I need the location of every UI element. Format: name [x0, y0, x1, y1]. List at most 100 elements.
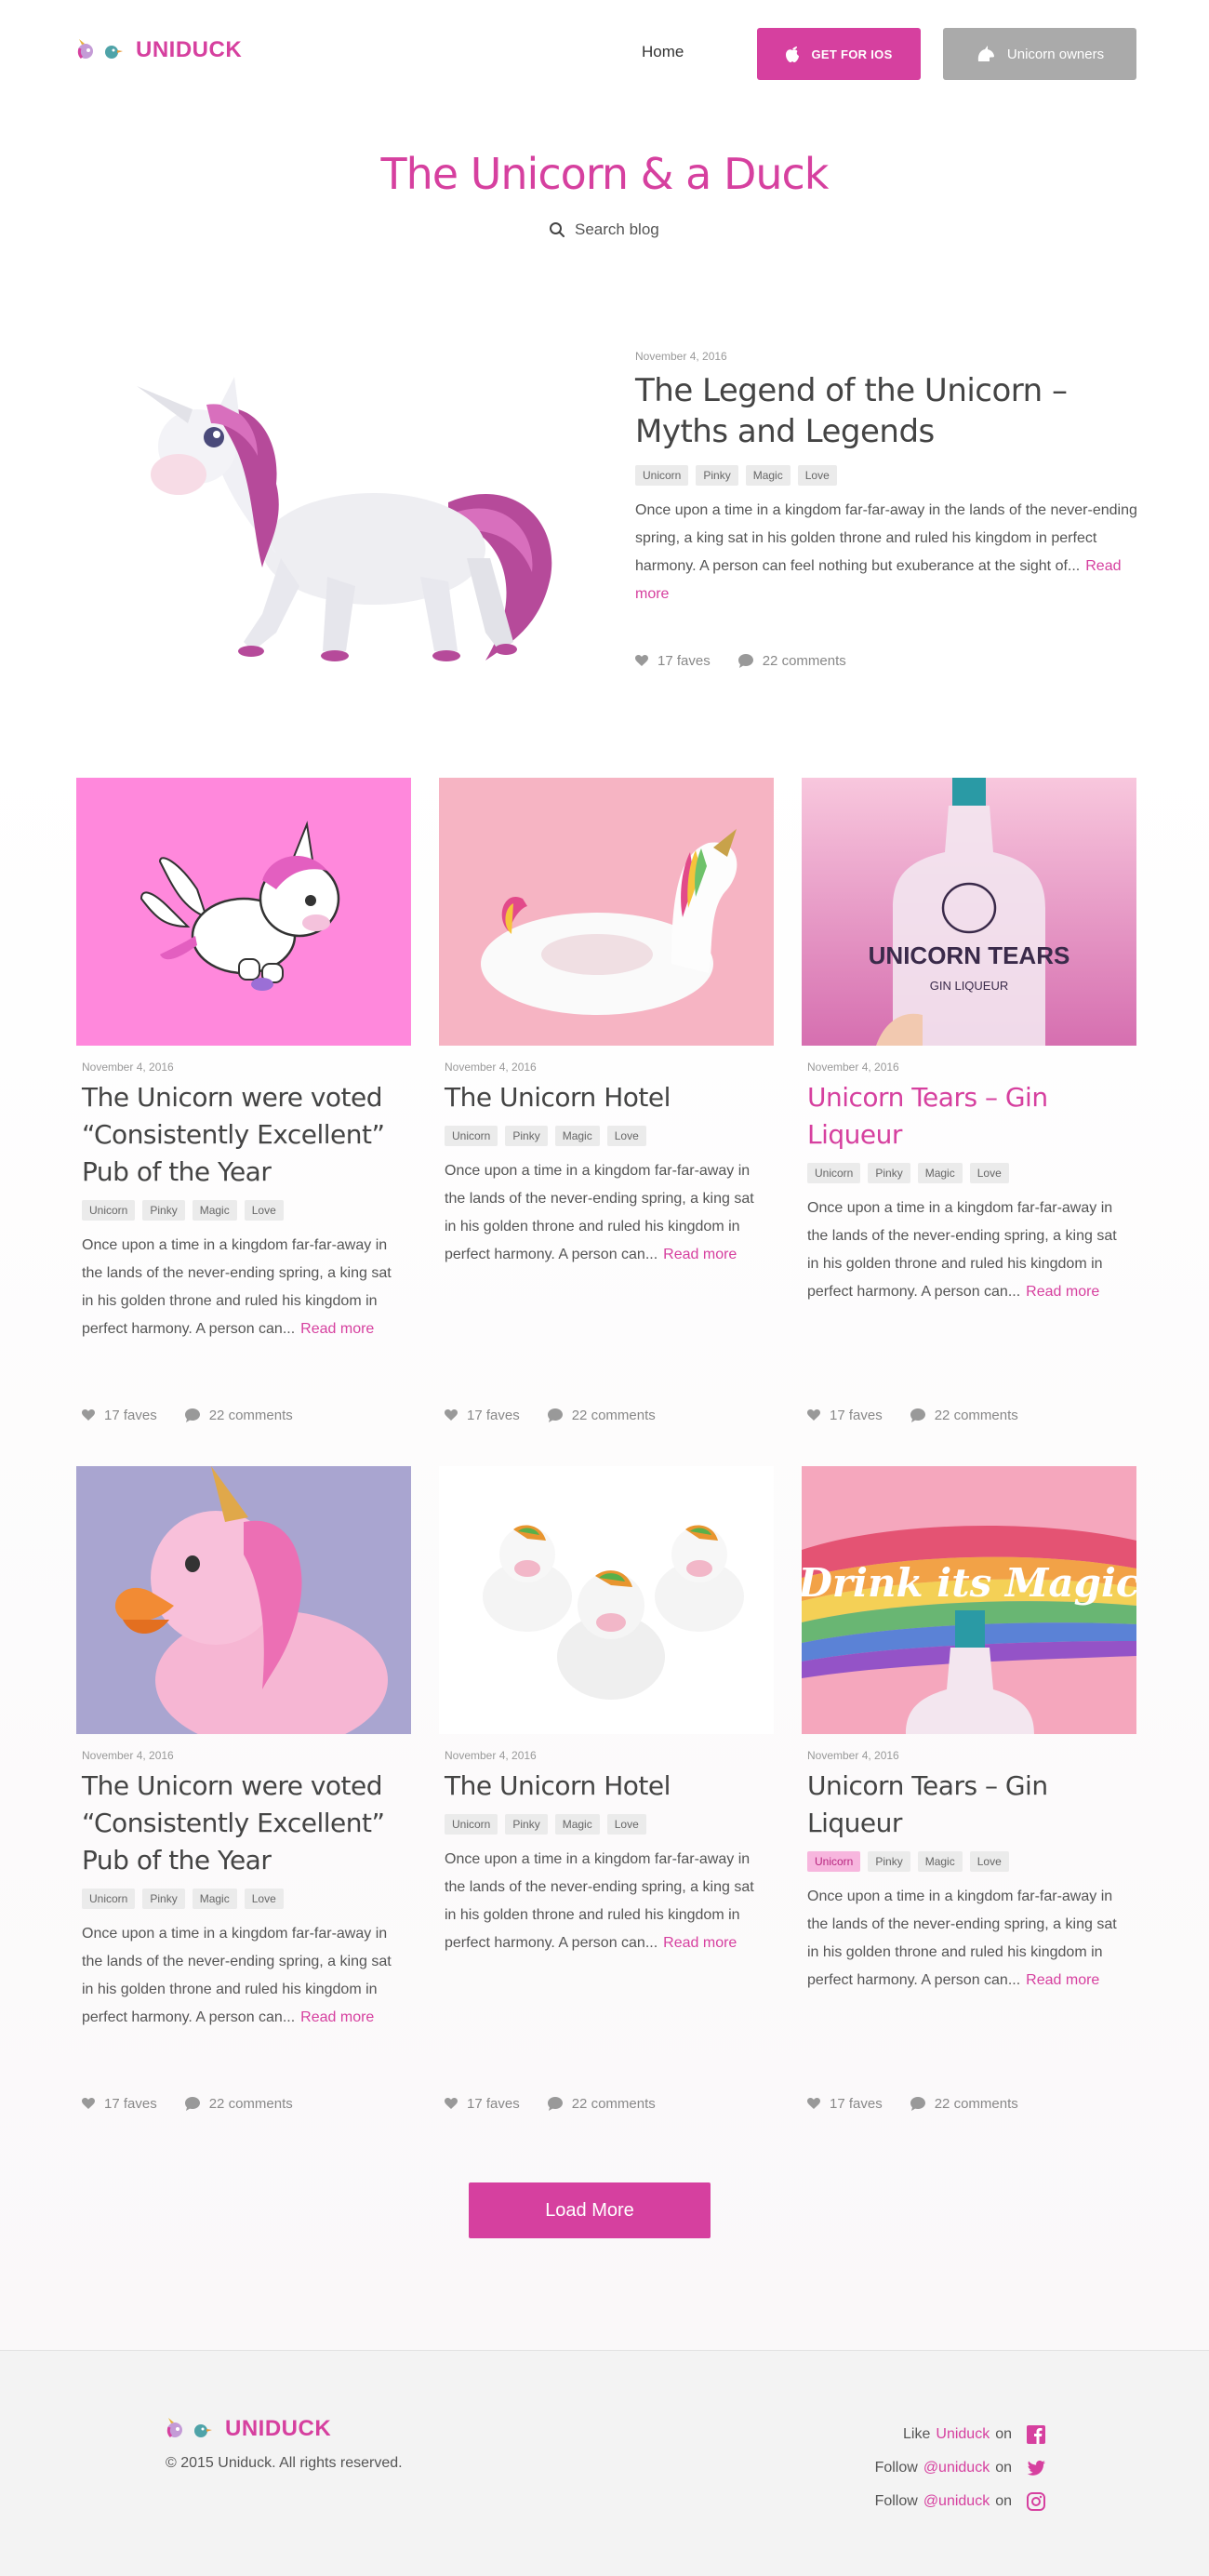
read-more-link[interactable]: Read more [663, 1935, 737, 1951]
faves-button[interactable]: 17 faves [445, 2096, 520, 2112]
featured-unicorn-image[interactable] [76, 335, 593, 685]
comment-icon [737, 654, 753, 668]
comments-button[interactable]: 22 comments [184, 1408, 293, 1423]
read-more-link[interactable]: Read more [1026, 1972, 1099, 1988]
tag-unicorn[interactable]: Unicorn [445, 1126, 498, 1146]
post-title[interactable]: The Unicorn Hotel [445, 1079, 768, 1116]
tag-unicorn[interactable]: Unicorn [82, 1200, 136, 1221]
unicorn-logo-icon [77, 39, 123, 60]
tag-magic[interactable]: Magic [554, 1126, 600, 1146]
tag-pinky[interactable]: Pinky [505, 1126, 548, 1146]
facebook-link[interactable]: Uniduck [936, 2426, 990, 2443]
tag-love[interactable]: Love [797, 465, 837, 486]
follow-prefix: Follow [874, 2460, 918, 2476]
tag-magic[interactable]: Magic [745, 465, 790, 486]
nav-home-link[interactable]: Home [642, 43, 684, 61]
post-excerpt: Once upon a time in a kingdom far-far-aw… [82, 1920, 405, 2032]
post-title[interactable]: The Unicorn were voted “Consistently Exc… [82, 1079, 405, 1191]
comments-button[interactable]: 22 comments [547, 2096, 656, 2112]
heart-icon [807, 2098, 820, 2109]
tag-love[interactable]: Love [969, 1851, 1009, 1872]
post-excerpt: Once upon a time in a kingdom far-far-aw… [807, 1883, 1131, 1995]
faves-button[interactable]: 17 faves [82, 2096, 157, 2112]
tag-unicorn[interactable]: Unicorn [635, 465, 689, 486]
tag-pinky[interactable]: Pinky [142, 1889, 185, 1909]
tag-magic[interactable]: Magic [192, 1889, 237, 1909]
comments-button[interactable]: 22 comments [547, 1408, 656, 1423]
comments-count: 22 comments [208, 1408, 293, 1423]
bottle-label-title: UNICORN TEARS [869, 941, 1070, 969]
tag-love[interactable]: Love [606, 1126, 646, 1146]
tag-magic[interactable]: Magic [192, 1200, 237, 1221]
post-title[interactable]: Unicorn Tears – Gin Liqueur [807, 1768, 1131, 1842]
unicorn-ducks-image[interactable] [439, 1466, 774, 1734]
tag-love[interactable]: Love [244, 1889, 284, 1909]
search-blog-button[interactable]: Search blog [549, 220, 659, 239]
gin-bottle-image[interactable]: UNICORN TEARS GIN LIQUEUR [802, 778, 1136, 1046]
faves-button[interactable]: 17 faves [445, 1408, 520, 1423]
twitter-icon[interactable] [1027, 2459, 1045, 2477]
unicorn-head-icon [977, 46, 994, 61]
brand-logo[interactable]: UNIDUCK [76, 37, 242, 63]
post-date: November 4, 2016 [82, 1061, 174, 1074]
featured-post-title[interactable]: The Legend of the Unicorn – Myths and Le… [635, 370, 1137, 452]
tag-magic[interactable]: Magic [917, 1851, 963, 1872]
post-meta: 17 faves 22 comments [445, 2096, 656, 2112]
pegasus-unicorn-image[interactable] [76, 778, 411, 1046]
tag-unicorn[interactable]: Unicorn [807, 1851, 861, 1872]
faves-button[interactable]: 17 faves [807, 1408, 883, 1423]
post-title[interactable]: The Unicorn were voted “Consistently Exc… [82, 1768, 405, 1879]
tag-love[interactable]: Love [606, 1814, 646, 1835]
drink-its-magic-image[interactable]: Drink its Magic [802, 1466, 1136, 1734]
search-label: Search blog [575, 220, 659, 238]
post-card: November 4, 2016 The Unicorn were voted … [76, 1466, 411, 2112]
tag-pinky[interactable]: Pinky [505, 1814, 548, 1835]
tag-unicorn[interactable]: Unicorn [82, 1889, 136, 1909]
comment-icon [910, 1408, 925, 1422]
get-for-ios-button[interactable]: GET FOR IOS [757, 28, 921, 80]
tag-magic[interactable]: Magic [917, 1163, 963, 1183]
faves-button[interactable]: 17 faves [807, 2096, 883, 2112]
post-excerpt: Once upon a time in a kingdom far-far-aw… [445, 1157, 768, 1269]
twitter-link[interactable]: @uniduck [923, 2460, 990, 2476]
comments-button[interactable]: 22 comments [910, 2096, 1018, 2112]
faves-button[interactable]: 17 faves [635, 653, 711, 669]
tag-love[interactable]: Love [969, 1163, 1009, 1183]
read-more-link[interactable]: Read more [663, 1247, 737, 1262]
tag-pinky[interactable]: Pinky [868, 1851, 910, 1872]
tag-pinky[interactable]: Pinky [142, 1200, 185, 1221]
faves-count: 17 faves [104, 1408, 157, 1423]
footer-brand-logo[interactable]: UNIDUCK [166, 2416, 331, 2442]
facebook-icon[interactable] [1027, 2425, 1045, 2444]
comments-button[interactable]: 22 comments [184, 2096, 293, 2112]
read-more-link[interactable]: Read more [1026, 1284, 1099, 1300]
tag-unicorn[interactable]: Unicorn [445, 1814, 498, 1835]
tag-pinky[interactable]: Pinky [868, 1163, 910, 1183]
rubber-duck-unicorn-image[interactable] [76, 1466, 411, 1734]
tag-magic[interactable]: Magic [554, 1814, 600, 1835]
apple-icon [786, 47, 800, 62]
read-more-link[interactable]: Read more [300, 1321, 374, 1337]
tag-unicorn[interactable]: Unicorn [807, 1163, 861, 1183]
comment-icon [547, 1408, 563, 1422]
load-more-button[interactable]: Load More [469, 2182, 711, 2238]
instagram-link[interactable]: @uniduck [923, 2493, 990, 2510]
copyright-text: © 2015 Uniduck. All rights reserved. [166, 2455, 403, 2471]
on-text: on [995, 2426, 1012, 2442]
tag-love[interactable]: Love [244, 1200, 284, 1221]
inflatable-unicorn-image[interactable] [439, 778, 774, 1046]
post-title[interactable]: Unicorn Tears – Gin Liqueur [807, 1079, 1131, 1154]
comment-icon [184, 2097, 200, 2111]
unicorn-owners-button[interactable]: Unicorn owners [943, 28, 1136, 80]
read-more-link[interactable]: Read more [300, 2009, 374, 2025]
post-title[interactable]: The Unicorn Hotel [445, 1768, 768, 1805]
post-excerpt: Once upon a time in a kingdom far-far-aw… [445, 1846, 768, 1957]
comments-button[interactable]: 22 comments [737, 653, 846, 669]
faves-button[interactable]: 17 faves [82, 1408, 157, 1423]
post-meta: 17 faves 22 comments [807, 2096, 1018, 2112]
tag-pinky[interactable]: Pinky [696, 465, 738, 486]
comments-button[interactable]: 22 comments [910, 1408, 1018, 1423]
instagram-icon[interactable] [1027, 2492, 1045, 2511]
unicorn-logo-icon [166, 2418, 212, 2438]
twitter-row: Follow @uniduck on [875, 2451, 1045, 2485]
